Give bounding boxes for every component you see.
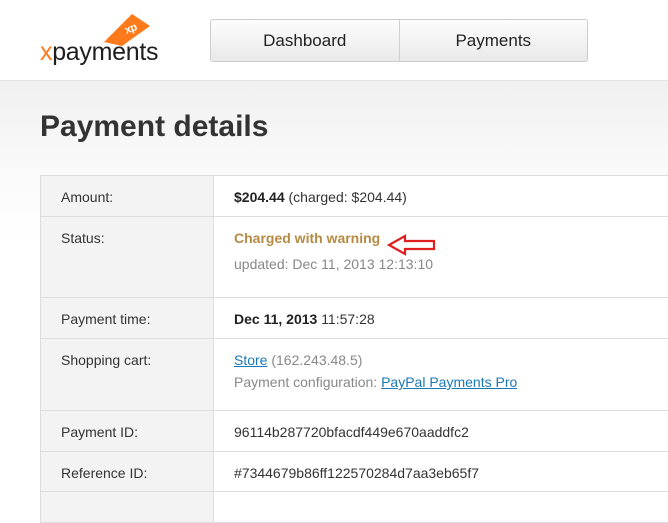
reference-id-value: #7344679b86ff122570284d7aa3eb65f7 (214, 452, 668, 491)
store-link[interactable]: Store (234, 352, 267, 368)
next-row-label (41, 492, 214, 522)
status-value-cell: Charged with warning updated: Dec 11, 20… (214, 217, 668, 297)
status-label: Status: (41, 217, 214, 297)
payment-id-label: Payment ID: (41, 411, 214, 451)
status-row: Status: Charged with warning updated: De… (41, 217, 668, 298)
nav-payments[interactable]: Payments (398, 20, 588, 61)
logo-text: xpayments (40, 38, 159, 67)
payment-details-table: Amount: $204.44 (charged: $204.44) Statu… (40, 175, 668, 523)
logo-text-rest: payments (52, 38, 159, 66)
xpayments-logo[interactable]: xp xpayments (40, 14, 175, 70)
payment-config-link[interactable]: PayPal Payments Pro (381, 374, 517, 390)
status-updated: updated: Dec 11, 2013 12:13:10 (234, 256, 434, 272)
next-row-value (214, 492, 668, 522)
amount-row: Amount: $204.44 (charged: $204.44) (41, 176, 668, 217)
payment-time-value-cell: Dec 11, 2013 11:57:28 (214, 298, 668, 338)
payment-config-line: Payment configuration: PayPal Payments P… (234, 374, 668, 390)
amount-label: Amount: (41, 176, 214, 216)
reference-id-label: Reference ID: (41, 452, 214, 491)
store-line: Store (162.243.48.5) (234, 352, 668, 368)
payment-time: 11:57:28 (321, 311, 375, 327)
payment-date: Dec 11, 2013 (234, 311, 318, 327)
nav-dashboard[interactable]: Dashboard (211, 20, 399, 61)
header: xp xpayments Dashboard Payments (0, 0, 668, 81)
status-badge: Charged with warning (234, 230, 381, 246)
shopping-cart-label: Shopping cart: (41, 339, 214, 410)
payment-id-value: 96114b287720bfacdf449e670aaddfc2 (214, 411, 668, 451)
logo-text-x: x (40, 38, 53, 66)
reference-id-row: Reference ID: #7344679b86ff122570284d7aa… (41, 452, 668, 492)
payment-time-label: Payment time: (41, 298, 214, 338)
shopping-cart-value-cell: Store (162.243.48.5) Payment configurati… (214, 339, 668, 410)
page-title: Payment details (40, 110, 269, 143)
main-nav: Dashboard Payments (210, 19, 588, 62)
amount-charged: (charged: $204.44) (288, 189, 407, 205)
main-content: Payment details Amount: $204.44 (charged… (0, 81, 668, 523)
payment-time-row: Payment time: Dec 11, 2013 11:57:28 (41, 298, 668, 339)
shopping-cart-row: Shopping cart: Store (162.243.48.5) Paym… (41, 339, 668, 411)
amount-value-cell: $204.44 (charged: $204.44) (214, 176, 668, 216)
payment-id-row: Payment ID: 96114b287720bfacdf449e670aad… (41, 411, 668, 452)
annotation-arrow-icon (387, 234, 436, 256)
store-ip: (162.243.48.5) (271, 352, 363, 368)
amount-value: $204.44 (234, 189, 285, 205)
payment-config-label: Payment configuration: (234, 374, 378, 390)
next-row (41, 492, 668, 523)
